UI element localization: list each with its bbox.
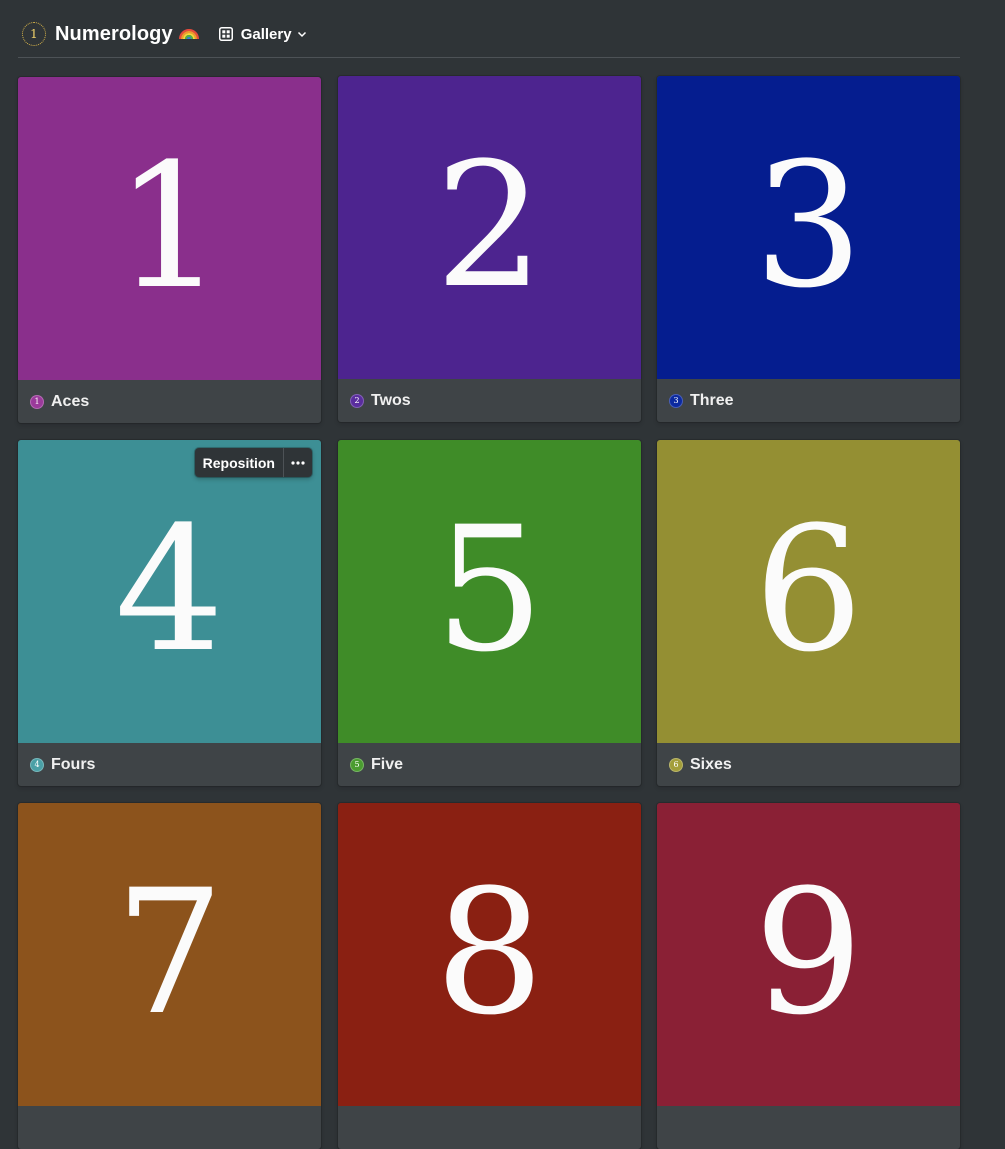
card-cover: 2	[338, 76, 641, 379]
card-title: Three	[690, 391, 734, 409]
numerology-icon-text: 1	[30, 27, 38, 41]
card-badge-icon: 2	[350, 393, 364, 408]
card-footer: 3 Three	[657, 379, 960, 422]
card-badge-icon: 4	[30, 757, 44, 772]
card-cover: 3	[657, 76, 960, 379]
card-footer: 5 Five	[338, 743, 641, 786]
card-cover: 6	[657, 440, 960, 743]
gallery-grid-icon	[218, 27, 233, 41]
card-badge-icon: 3	[669, 393, 683, 408]
more-horizontal-icon	[291, 460, 305, 465]
card-badge-text: 5	[354, 760, 360, 769]
gallery-card-five[interactable]: 5 5 Five	[338, 440, 641, 786]
card-badge-icon: 5	[350, 757, 364, 772]
cover-numeral: 1	[114, 125, 225, 327]
card-footer: 1 Aces	[18, 380, 321, 423]
card-title: Five	[371, 755, 404, 773]
cover-hover-toolbar: Reposition	[194, 448, 312, 477]
card-title: Sixes	[690, 755, 732, 773]
card-badge-text: 2	[354, 396, 360, 405]
cover-numeral: 9	[753, 851, 864, 1053]
card-badge-icon: 1	[30, 394, 44, 409]
cover-numeral: 6	[753, 488, 864, 690]
page-title[interactable]: Numerology	[55, 23, 173, 46]
view-switcher[interactable]: Gallery	[215, 24, 311, 45]
gallery-card-seven[interactable]: 7	[18, 803, 321, 1149]
card-cover: 8	[338, 803, 641, 1106]
chevron-down-icon	[297, 31, 306, 38]
reposition-button[interactable]: Reposition	[195, 448, 284, 477]
cover-numeral: 2	[434, 124, 545, 326]
card-badge-icon: 6	[669, 757, 683, 772]
card-badge-text: 6	[673, 760, 679, 769]
view-switcher-label: Gallery	[240, 25, 292, 43]
card-more-button[interactable]	[284, 448, 312, 477]
card-title: Fours	[51, 755, 96, 773]
cover-numeral: 4	[114, 488, 225, 690]
gallery-card-sixes[interactable]: 6 6 Sixes	[657, 440, 960, 786]
cover-numeral: 5	[434, 488, 545, 690]
gallery-card-nine[interactable]: 9	[657, 803, 960, 1149]
card-badge-text: 4	[34, 760, 40, 769]
gallery-card-twos[interactable]: 2 2 Twos	[338, 76, 641, 422]
header-divider	[18, 57, 960, 58]
card-badge-text: 3	[673, 396, 679, 405]
card-cover: 4 Reposition	[18, 440, 321, 743]
gallery-card-eight[interactable]: 8	[338, 803, 641, 1149]
card-title: Twos	[371, 391, 411, 409]
rainbow-icon	[178, 29, 199, 39]
cover-numeral: 7	[114, 851, 225, 1053]
gallery-card-aces[interactable]: 1 1 Aces	[18, 77, 321, 423]
card-cover: 1	[18, 77, 321, 380]
cover-numeral: 3	[753, 124, 864, 326]
card-footer: 2 Twos	[338, 379, 641, 422]
card-cover: 9	[657, 803, 960, 1106]
cover-numeral: 8	[434, 851, 545, 1053]
card-cover: 7	[18, 803, 321, 1106]
card-footer: 6 Sixes	[657, 743, 960, 786]
numerology-icon[interactable]: 1	[22, 22, 46, 46]
gallery-card-fours[interactable]: 4 Reposition 4 Fours	[18, 440, 321, 786]
card-cover: 5	[338, 440, 641, 743]
card-badge-text: 1	[34, 397, 40, 406]
card-footer: 4 Fours	[18, 743, 321, 786]
page-header: 1 Numerology Gallery	[20, 20, 960, 48]
gallery-card-three[interactable]: 3 3 Three	[657, 76, 960, 422]
card-title: Aces	[51, 392, 90, 410]
